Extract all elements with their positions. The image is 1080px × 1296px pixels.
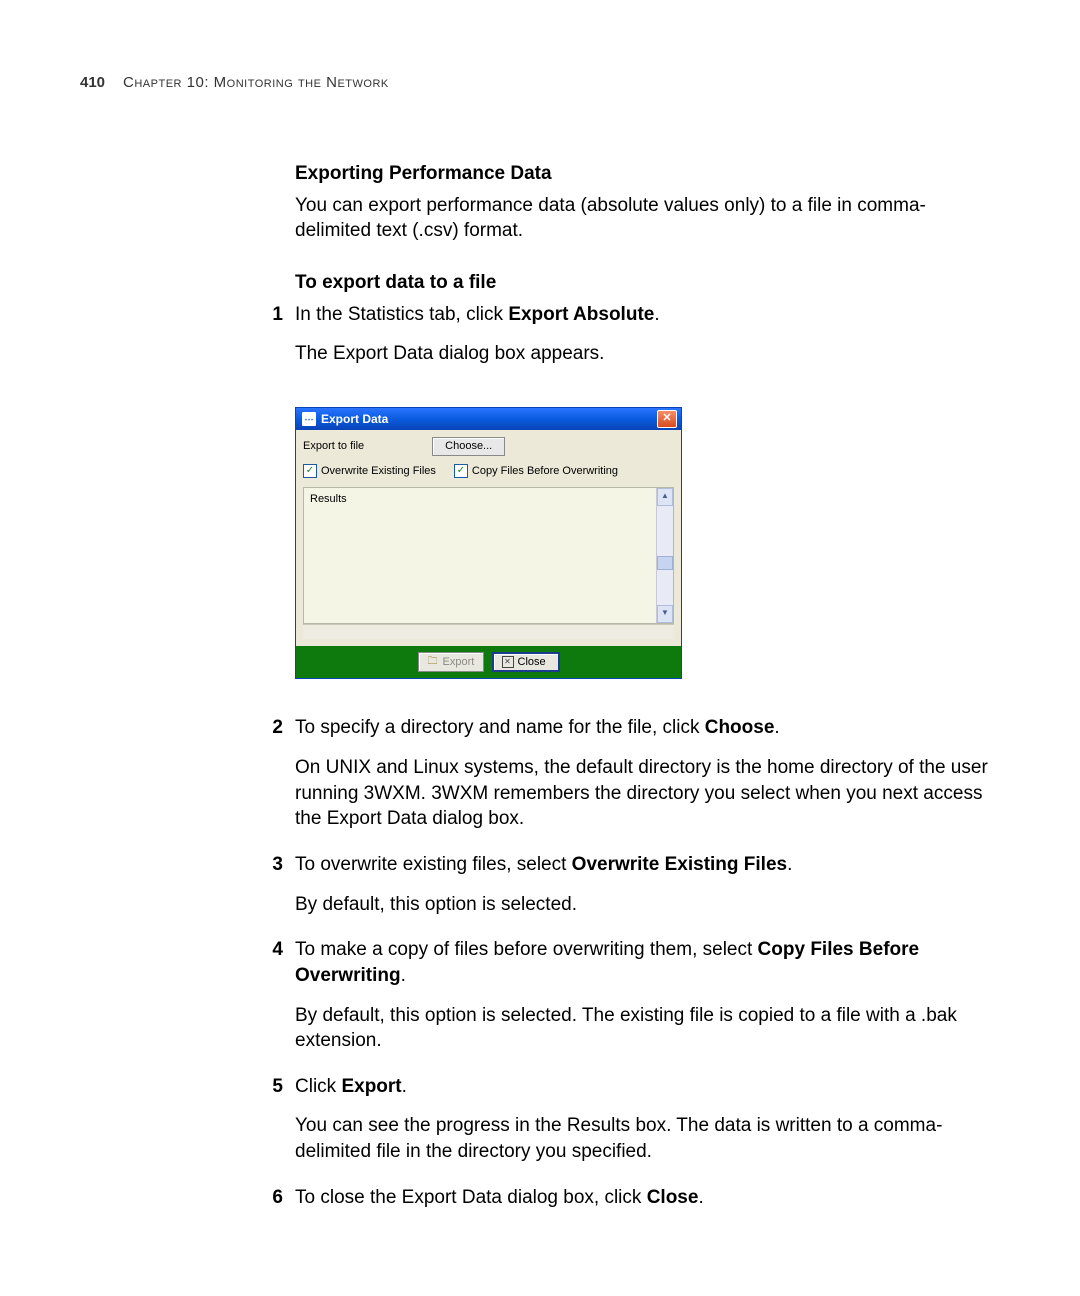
copy-before-label: Copy Files Before Overwriting bbox=[472, 464, 618, 479]
step-bold: Export bbox=[341, 1076, 401, 1097]
step-number: 4 bbox=[265, 937, 283, 1068]
step-body: To make a copy of files before overwriti… bbox=[295, 937, 990, 1068]
chapter-title: Chapter 10: Monitoring the Network bbox=[123, 74, 389, 91]
export-button[interactable]: 🗀 Export bbox=[418, 652, 484, 673]
export-icon: 🗀 bbox=[427, 656, 439, 667]
close-icon[interactable]: ✕ bbox=[657, 410, 677, 428]
section-heading: Exporting Performance Data bbox=[295, 161, 990, 187]
step-para: By default, this option is selected. bbox=[295, 892, 990, 918]
scrollbar[interactable]: ▲ ▼ bbox=[656, 488, 673, 623]
status-bar bbox=[303, 624, 674, 639]
content: Exporting Performance Data You can expor… bbox=[295, 161, 990, 1224]
section-intro: You can export performance data (absolut… bbox=[295, 193, 990, 244]
page-number: 410 bbox=[80, 74, 105, 91]
titlebar: ⋯ Export Data ✕ bbox=[296, 408, 681, 430]
checkbox-row: ✓ Overwrite Existing Files ✓ Copy Files … bbox=[303, 464, 674, 479]
step-body: Click Export. You can see the progress i… bbox=[295, 1074, 990, 1179]
overwrite-label: Overwrite Existing Files bbox=[321, 464, 436, 479]
export-to-file-row: Export to file Choose... bbox=[303, 437, 674, 456]
copy-before-checkbox[interactable]: ✓ Copy Files Before Overwriting bbox=[454, 464, 618, 479]
step-6: 6 To close the Export Data dialog box, c… bbox=[295, 1185, 990, 1225]
step-bold: Export Absolute bbox=[508, 304, 654, 325]
step-bold: Choose bbox=[705, 717, 775, 738]
step-para: By default, this option is selected. The… bbox=[295, 1003, 990, 1054]
scroll-up-icon[interactable]: ▲ bbox=[657, 488, 673, 506]
step-para: On UNIX and Linux systems, the default d… bbox=[295, 755, 990, 832]
step-text: In the Statistics tab, click bbox=[295, 304, 508, 325]
results-label: Results bbox=[304, 488, 353, 511]
dialog-figure: ⋯ Export Data ✕ Export to file Choose... bbox=[295, 407, 990, 680]
scroll-down-icon[interactable]: ▼ bbox=[657, 605, 673, 623]
step-2: 2 To specify a directory and name for th… bbox=[295, 715, 990, 846]
step-5: 5 Click Export. You can see the progress… bbox=[295, 1074, 990, 1179]
results-box: Results ▲ ▼ bbox=[303, 487, 674, 624]
step-number: 6 bbox=[265, 1185, 283, 1225]
scroll-track[interactable] bbox=[657, 506, 673, 605]
step-body: To specify a directory and name for the … bbox=[295, 715, 990, 846]
close-button-label: Close bbox=[518, 655, 546, 670]
step-text: To specify a directory and name for the … bbox=[295, 717, 705, 738]
step-text: To overwrite existing files, select bbox=[295, 854, 572, 875]
step-3: 3 To overwrite existing files, select Ov… bbox=[295, 852, 990, 931]
step-text: . bbox=[401, 965, 406, 986]
step-text: . bbox=[654, 304, 659, 325]
step-text: To make a copy of files before overwriti… bbox=[295, 939, 758, 960]
step-number: 5 bbox=[265, 1074, 283, 1179]
checkbox-icon: ✓ bbox=[454, 464, 468, 478]
button-bar: 🗀 Export ✕ Close bbox=[296, 646, 681, 679]
step-text: To close the Export Data dialog box, cli… bbox=[295, 1187, 647, 1208]
step-bold: Overwrite Existing Files bbox=[572, 854, 787, 875]
overwrite-checkbox[interactable]: ✓ Overwrite Existing Files bbox=[303, 464, 436, 479]
page-header: 410 Chapter 10: Monitoring the Network bbox=[80, 74, 1000, 91]
choose-button[interactable]: Choose... bbox=[432, 437, 505, 456]
close-x-icon: ✕ bbox=[502, 656, 514, 668]
close-button[interactable]: ✕ Close bbox=[492, 652, 560, 673]
step-1: 1 In the Statistics tab, click Export Ab… bbox=[295, 302, 990, 710]
step-number: 3 bbox=[265, 852, 283, 931]
export-data-dialog: ⋯ Export Data ✕ Export to file Choose... bbox=[295, 407, 682, 680]
scroll-thumb[interactable] bbox=[657, 556, 673, 570]
step-text: . bbox=[402, 1076, 407, 1097]
export-button-label: Export bbox=[443, 655, 475, 670]
dialog-body: Export to file Choose... ✓ Overwrite Exi… bbox=[296, 430, 681, 646]
step-text: . bbox=[787, 854, 792, 875]
step-para: The Export Data dialog box appears. bbox=[295, 341, 990, 367]
page: 410 Chapter 10: Monitoring the Network E… bbox=[0, 0, 1080, 1296]
sub-heading: To export data to a file bbox=[295, 270, 990, 296]
step-para: You can see the progress in the Results … bbox=[295, 1113, 990, 1164]
step-body: In the Statistics tab, click Export Abso… bbox=[295, 302, 990, 710]
step-bold: Close bbox=[647, 1187, 699, 1208]
app-icon: ⋯ bbox=[302, 412, 316, 426]
step-text: . bbox=[774, 717, 779, 738]
step-text: Click bbox=[295, 1076, 341, 1097]
step-number: 2 bbox=[265, 715, 283, 846]
step-number: 1 bbox=[265, 302, 283, 710]
export-to-file-label: Export to file bbox=[303, 439, 364, 454]
step-text: . bbox=[698, 1187, 703, 1208]
step-4: 4 To make a copy of files before overwri… bbox=[295, 937, 990, 1068]
checkbox-icon: ✓ bbox=[303, 464, 317, 478]
step-body: To close the Export Data dialog box, cli… bbox=[295, 1185, 990, 1225]
dialog-title: Export Data bbox=[321, 411, 652, 427]
step-body: To overwrite existing files, select Over… bbox=[295, 852, 990, 931]
